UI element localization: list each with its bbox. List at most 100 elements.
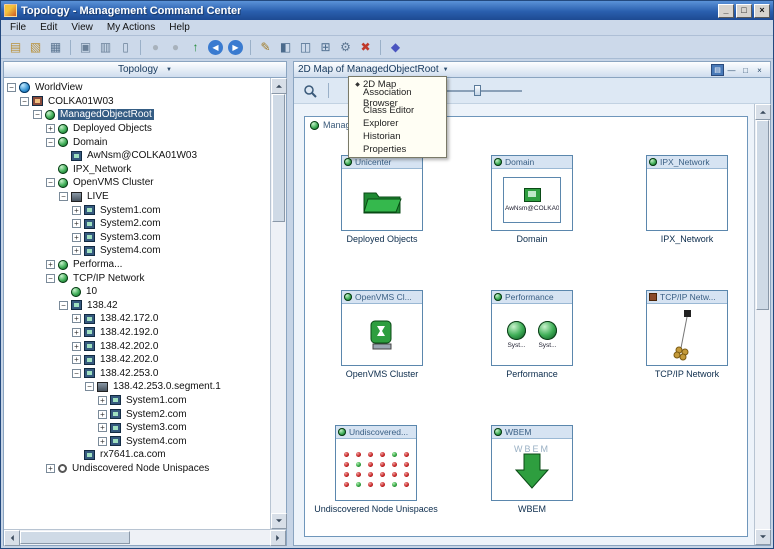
tree-node[interactable]: + System4.com (7, 244, 270, 258)
tree-node[interactable]: + Performa... (7, 258, 270, 272)
tree-node[interactable]: + System4.com (7, 434, 270, 448)
menu-view[interactable]: View (64, 21, 100, 34)
tile-box[interactable]: Performance Syst... Syst... (491, 290, 573, 366)
expand-toggle[interactable]: + (72, 219, 81, 228)
expand-toggle[interactable]: − (72, 369, 81, 378)
menu-item-association-browser[interactable]: ◆ Association Browser (350, 91, 445, 104)
expand-toggle[interactable]: + (72, 246, 81, 255)
new-document-icon[interactable]: ▤ (6, 38, 25, 57)
tree-node[interactable]: + System3.com (7, 421, 270, 435)
menu-item-historian[interactable]: ◆ Historian (350, 130, 445, 143)
tile-box[interactable]: WBEM WBEM (491, 425, 573, 501)
tree-node[interactable]: − 138.42 (7, 299, 270, 313)
menu-file[interactable]: File (3, 21, 33, 34)
paste-icon[interactable]: ▥ (96, 38, 115, 57)
close-button[interactable]: × (754, 4, 770, 18)
expand-toggle[interactable]: + (72, 233, 81, 242)
tree-node[interactable]: + System3.com (7, 231, 270, 245)
expand-toggle[interactable]: + (98, 410, 107, 419)
settings-icon[interactable]: ⚙ (336, 38, 355, 57)
scroll-track[interactable] (755, 120, 770, 529)
tree-vertical-scrollbar[interactable] (270, 78, 286, 529)
up-level-icon[interactable]: ↑ (186, 38, 205, 57)
expand-toggle[interactable]: + (98, 396, 107, 405)
tree-node[interactable]: + System1.com (7, 203, 270, 217)
tree-node[interactable]: − 138.42.253.0 (7, 366, 270, 380)
expand-toggle[interactable]: − (7, 83, 16, 92)
tile-box[interactable]: TCP/IP Netw... (646, 290, 728, 366)
tile-box[interactable]: Unicenter (341, 155, 423, 231)
menu-help[interactable]: Help (162, 21, 197, 34)
zoom-slider-thumb[interactable] (474, 85, 481, 96)
tree-node[interactable]: + 138.42.172.0 (7, 312, 270, 326)
view-left-pane-icon[interactable]: ◧ (276, 38, 295, 57)
expand-toggle[interactable]: − (46, 274, 55, 283)
tree-node[interactable]: − Domain (7, 135, 270, 149)
performance-node[interactable]: Syst... (538, 321, 557, 349)
scroll-down-button[interactable] (271, 513, 287, 529)
tree-node[interactable]: 10 (7, 285, 270, 299)
tile-box[interactable]: Domain AwNsm@COLKA01W0... (491, 155, 573, 231)
expand-toggle[interactable]: + (46, 124, 55, 133)
expand-toggle[interactable]: + (72, 328, 81, 337)
zoom-icon[interactable] (303, 84, 317, 98)
maximize-button[interactable]: □ (736, 4, 752, 18)
tile-box[interactable]: IPX_Network (646, 155, 728, 231)
tree-node[interactable]: + 138.42.202.0 (7, 353, 270, 367)
minimize-button[interactable]: _ (718, 4, 734, 18)
menu-item-properties[interactable]: ◆ Properties (350, 143, 445, 156)
tree-node[interactable]: − WorldView (7, 81, 270, 95)
pane-close-button[interactable]: × (753, 64, 766, 76)
tree-node[interactable]: rx7641.ca.com (7, 448, 270, 462)
edit-pen-icon[interactable]: ✎ (256, 38, 275, 57)
tree-node[interactable]: − OpenVMS Cluster (7, 176, 270, 190)
history-back-icon[interactable]: ● (146, 38, 165, 57)
topology-pane-header[interactable]: Topology ▼ (4, 62, 286, 78)
map-canvas[interactable]: ManagedObjectRoot Unicenter Deployed Obj… (294, 104, 754, 545)
tree-node[interactable]: IPX_Network (7, 163, 270, 177)
tree-node[interactable]: + Undiscovered Node Unispaces (7, 462, 270, 476)
expand-toggle[interactable]: + (72, 314, 81, 323)
tree-node[interactable]: − ManagedObjectRoot (7, 108, 270, 122)
expand-toggle[interactable]: + (46, 464, 55, 473)
tools-icon[interactable]: ✖ (356, 38, 375, 57)
expand-toggle[interactable]: + (98, 437, 107, 446)
tree-node[interactable]: + System1.com (7, 394, 270, 408)
tree-node[interactable]: − COLKA01W03 (7, 95, 270, 109)
expand-toggle[interactable]: − (85, 382, 94, 391)
navigate-back-icon[interactable]: ◀ (208, 40, 223, 55)
scroll-thumb[interactable] (20, 531, 130, 544)
copy-icon[interactable]: ▣ (76, 38, 95, 57)
expand-toggle[interactable]: + (72, 355, 81, 364)
expand-toggle[interactable]: + (72, 206, 81, 215)
expand-toggle[interactable]: − (46, 138, 55, 147)
scroll-thumb[interactable] (756, 120, 769, 310)
map-vertical-scrollbar[interactable] (754, 104, 770, 545)
tree-node[interactable]: + System2.com (7, 217, 270, 231)
expand-toggle[interactable]: + (98, 423, 107, 432)
open-folder-icon[interactable]: ▧ (26, 38, 45, 57)
expand-toggle[interactable]: − (46, 178, 55, 187)
tree-node[interactable]: + 138.42.202.0 (7, 339, 270, 353)
performance-node[interactable]: Syst... (507, 321, 526, 349)
tree-node[interactable]: + 138.42.192.0 (7, 326, 270, 340)
tile-box[interactable]: OpenVMS Cl... (341, 290, 423, 366)
expand-toggle[interactable]: − (20, 97, 29, 106)
menu-edit[interactable]: Edit (33, 21, 64, 34)
expand-toggle[interactable]: − (59, 192, 68, 201)
tree-node[interactable]: − TCP/IP Network (7, 271, 270, 285)
tree-node[interactable]: − 138.42.253.0.segment.1 (7, 380, 270, 394)
scroll-track[interactable] (20, 530, 270, 545)
tree-node[interactable]: + Deployed Objects (7, 122, 270, 136)
scroll-up-button[interactable] (755, 104, 771, 120)
managed-object-root-container[interactable]: ManagedObjectRoot Unicenter Deployed Obj… (304, 116, 748, 537)
delete-icon[interactable]: ▯ (116, 38, 135, 57)
topology-dropdown-arrow-icon[interactable]: ▼ (166, 67, 172, 73)
scroll-left-button[interactable] (4, 530, 20, 546)
tree-node[interactable]: − LIVE (7, 190, 270, 204)
map-view-dropdown-arrow-icon[interactable]: ▼ (443, 67, 449, 73)
tile-box[interactable]: Undiscovered... (335, 425, 417, 501)
titlebar[interactable]: Topology - Management Command Center _ □… (1, 1, 773, 20)
scroll-down-button[interactable] (755, 529, 771, 545)
map-view-title[interactable]: 2D Map of ManagedObjectRoot (298, 64, 439, 75)
